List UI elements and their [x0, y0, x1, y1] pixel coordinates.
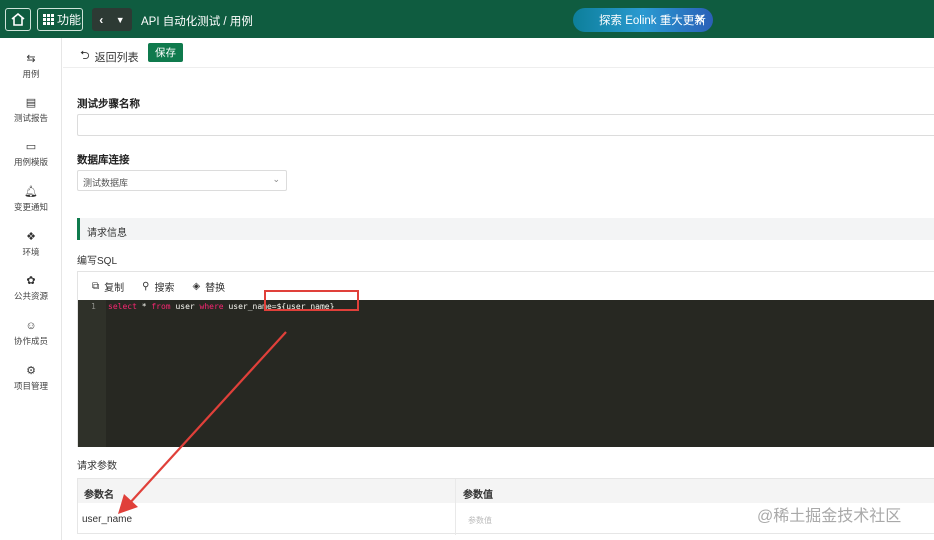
environment-icon: ❖ [26, 231, 36, 243]
params-table-header: 参数名 参数值 [78, 479, 934, 503]
sql-keyword: where [199, 302, 224, 311]
sql-keyword: select [108, 302, 137, 311]
col-param-name: 参数名 [84, 490, 114, 501]
back-label: 返回列表 [94, 51, 139, 64]
functions-label: 功能 [57, 13, 82, 27]
grid-icon [43, 14, 54, 25]
sql-keyword: from [151, 302, 171, 311]
watermark: @稀土掘金技术社区 [757, 508, 902, 525]
column-divider [455, 479, 456, 535]
request-info-section-header: 请求信息 [77, 218, 934, 240]
sidebar-item-reports[interactable]: ▤ 测试报告 [0, 96, 62, 124]
bell-icon: 🔔︎ [24, 186, 38, 198]
sidebar-item-shared-resources[interactable]: ✿ 公共资源 [0, 274, 62, 302]
code-area[interactable]: 1 select * from user where user_name=${u… [78, 300, 934, 447]
replace-label: 替换 [205, 282, 226, 294]
copy-button[interactable]: ⧉ 复制 [92, 279, 124, 294]
search-icon: ⚲ [142, 280, 150, 292]
top-bar: 功能 ‹ ▼ API 自动化测试 / 用例 探索 Eolink 重大更新 ✕ [0, 0, 934, 38]
sidebar-item-label: 用例 [22, 69, 40, 79]
db-connection-select[interactable]: 测试数据库 ⌄ [77, 170, 287, 191]
shared-resource-icon: ✿ [26, 275, 36, 287]
swap-arrows-icon: ⇆ [26, 53, 36, 65]
sql-text: user [170, 302, 200, 311]
sql-text: * [136, 302, 152, 311]
sidebar-item-label: 用例模版 [13, 157, 48, 167]
sidebar-item-environment[interactable]: ❖ 环境 [0, 230, 62, 258]
home-icon [11, 13, 25, 26]
step-name-input[interactable] [77, 114, 934, 136]
sidebar-item-project-management[interactable]: ⚙ 项目管理 [0, 364, 62, 392]
editor-toolbar: ⧉ 复制 ⚲ 搜索 ◈ 替换 [78, 272, 934, 300]
save-button[interactable]: 保存 [148, 43, 183, 62]
line-gutter: 1 [78, 300, 106, 447]
request-params-label: 请求参数 [77, 461, 117, 472]
sidebar-item-label: 协作成员 [13, 336, 48, 346]
member-icon: ☺ [25, 320, 37, 332]
promo-text[interactable]: 探索 Eolink 重大更新 [599, 12, 706, 28]
main-content: ⮌ 返回列表 保存 测试步骤名称 数据库连接 测试数据库 ⌄ 请求信息 编写SQ… [63, 38, 934, 540]
report-icon: ▤ [25, 97, 37, 109]
db-connection-value: 测试数据库 [83, 178, 129, 188]
param-value-input[interactable]: 参数值 [468, 515, 492, 526]
back-arrow-icon: ⮌ [80, 48, 90, 62]
sidebar-item-label: 项目管理 [13, 381, 48, 391]
replace-icon: ◈ [192, 280, 201, 292]
promo-banner[interactable]: 探索 Eolink 重大更新 ✕ [573, 8, 713, 32]
back-to-list-button[interactable]: ⮌ 返回列表 [80, 46, 139, 67]
close-icon[interactable]: ✕ [694, 11, 706, 28]
replace-button[interactable]: ◈ 替换 [192, 279, 225, 294]
step-name-label: 测试步骤名称 [77, 98, 140, 110]
sidebar-item-members[interactable]: ☺ 协作成员 [0, 319, 62, 347]
nav-control[interactable]: ‹ ▼ [92, 8, 132, 31]
sidebar-item-label: 公共资源 [13, 291, 48, 301]
sidebar-item-templates[interactable]: ▭ 用例模版 [0, 140, 62, 168]
breadcrumb: API 自动化测试 / 用例 [141, 16, 253, 28]
sidebar-item-cases[interactable]: ⇆ 用例 [0, 52, 62, 80]
sql-label: 编写SQL [77, 256, 118, 267]
param-name-cell[interactable]: user_name [82, 514, 132, 525]
action-bar: ⮌ 返回列表 保存 [63, 38, 934, 68]
sidebar-item-label: 环境 [22, 247, 40, 257]
sidebar-item-label: 测试报告 [13, 113, 48, 123]
col-param-value: 参数值 [463, 490, 493, 501]
sidebar-item-notifications[interactable]: 🔔︎ 变更通知 [0, 185, 62, 213]
sql-editor[interactable]: ⧉ 复制 ⚲ 搜索 ◈ 替换 1 select * from user wher… [77, 271, 934, 447]
template-icon: ▭ [25, 141, 37, 153]
settings-icon: ⚙ [26, 365, 36, 377]
search-label: 搜索 [154, 282, 175, 294]
chevron-down-icon: ⌄ [272, 174, 280, 184]
sidebar: ⇆ 用例 ▤ 测试报告 ▭ 用例模版 🔔︎ 变更通知 ❖ 环境 ✿ 公共资源 ☺… [0, 38, 62, 540]
home-button[interactable] [5, 8, 31, 31]
db-connection-label: 数据库连接 [77, 154, 130, 166]
sidebar-item-label: 变更通知 [13, 202, 48, 212]
copy-label: 复制 [104, 282, 125, 294]
line-number: 1 [91, 302, 96, 311]
highlight-box [264, 290, 359, 311]
caret-down-icon[interactable]: ▼ [116, 15, 125, 25]
search-button[interactable]: ⚲ 搜索 [142, 279, 174, 294]
functions-button[interactable]: 功能 [37, 8, 83, 31]
chevron-left-icon[interactable]: ‹ [99, 13, 103, 27]
copy-icon: ⧉ [92, 280, 100, 292]
